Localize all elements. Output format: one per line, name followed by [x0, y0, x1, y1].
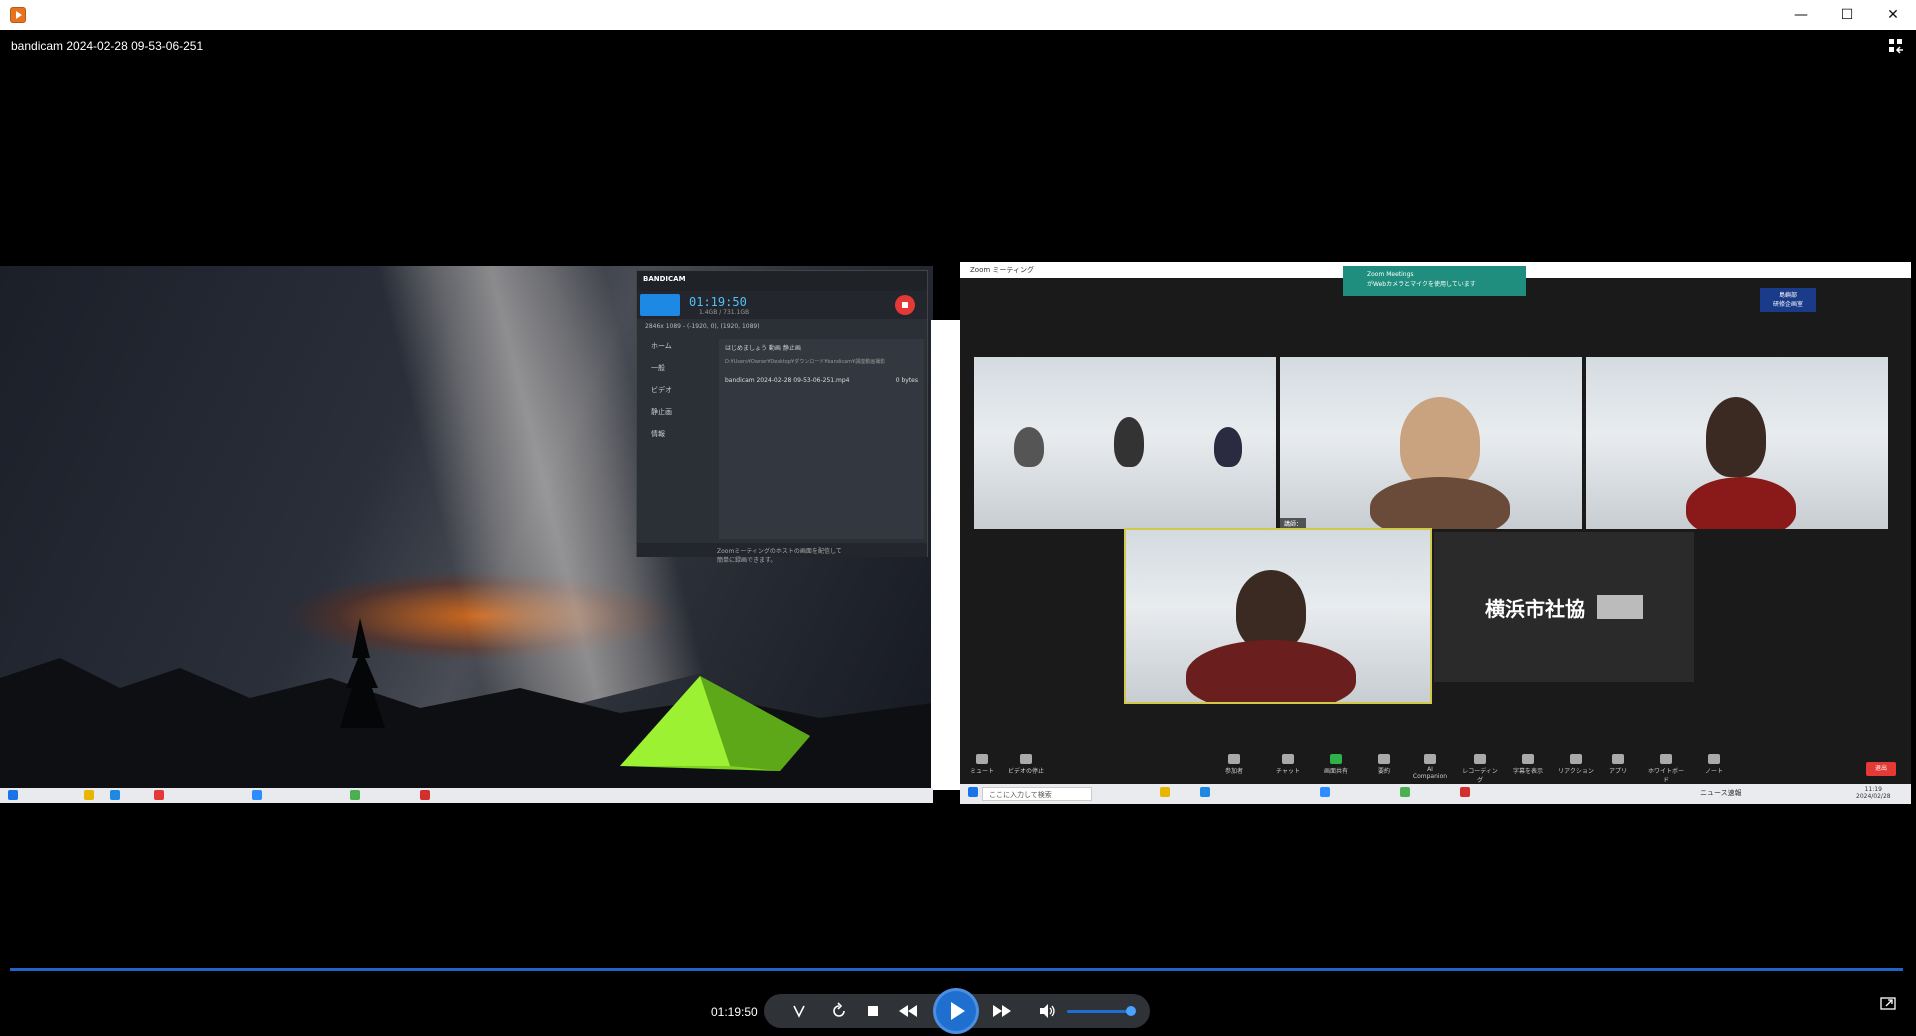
bandicam-window: BANDICAM 01:19:50 1.4GB / 731.1GB 2846x …	[636, 270, 928, 564]
participants-button[interactable]: 参加者	[1214, 754, 1254, 775]
stop-icon[interactable]	[864, 1002, 882, 1020]
record-stop-button[interactable]	[895, 295, 915, 315]
acrobat-icon[interactable]	[420, 790, 430, 800]
maximize-button[interactable]: ☐	[1824, 0, 1870, 30]
explorer-icon-right[interactable]	[1160, 787, 1170, 797]
whiteboard-button[interactable]: ホワイトボード	[1646, 754, 1686, 784]
capture-area-info: 2846x 1089 - (-1920, 0), (1920, 1089)	[645, 323, 760, 330]
participant-tile-active[interactable]	[1124, 528, 1432, 704]
taskbar-clock: 11:19 2024/02/28	[1856, 786, 1891, 800]
name-redaction	[1597, 595, 1643, 619]
repeat-icon[interactable]	[830, 1002, 848, 1020]
leave-meeting-button[interactable]: 退出	[1866, 762, 1896, 776]
file-explorer-strip	[931, 320, 960, 790]
fast-forward-icon[interactable]	[990, 1002, 1014, 1020]
bandicam-sidebar: ホーム 一般 ビデオ 静止画 情報	[637, 335, 717, 535]
ab-repeat-icon[interactable]	[790, 1002, 808, 1020]
bandicam-file-list: はじめましょう 動画 静止画 D:¥Users¥Owner¥Desktop¥ダウ…	[719, 339, 924, 539]
volume-slider[interactable]	[1067, 1010, 1133, 1013]
minimize-button[interactable]: —	[1778, 0, 1824, 30]
seek-bar[interactable]	[10, 968, 1903, 971]
recording-file-item[interactable]: bandicam 2024-02-28 09-53-06-251.mp4 0 b…	[719, 367, 924, 394]
clock-date: 2024/02/28	[1856, 793, 1891, 800]
notes-button[interactable]: ノート	[1694, 754, 1734, 775]
acrobat-icon-right[interactable]	[1460, 787, 1470, 797]
bandicam-size: 1.4GB / 731.1GB	[699, 309, 750, 316]
sidebar-item-home[interactable]: ホーム	[637, 335, 717, 357]
reactions-button[interactable]: リアクション	[1556, 754, 1596, 775]
zoom-notice-text: がWebカメラとマイクを使用しています	[1367, 281, 1476, 288]
windows-start-icon[interactable]	[8, 790, 18, 800]
mute-button[interactable]: ミュート	[962, 754, 1002, 775]
bandicam-brand: BANDICAM	[637, 271, 927, 291]
recording-button[interactable]: レコーディング	[1460, 754, 1500, 784]
player-app-icon	[10, 7, 26, 23]
zoom-taskbar-icon-right[interactable]	[1320, 787, 1330, 797]
volume-icon[interactable]	[1038, 1002, 1056, 1020]
sidebar-item-video[interactable]: ビデオ	[637, 379, 717, 401]
participant-tile-speaker[interactable]: 講師：	[1280, 357, 1582, 529]
output-path: D:¥Users¥Owner¥Desktop¥ダウンロード¥bandicam¥講…	[725, 359, 886, 365]
taskbar-app-icon[interactable]	[154, 790, 164, 800]
speaker-label: 講師：	[1280, 518, 1307, 529]
file-title: bandicam 2024-02-28 09-53-06-251	[11, 39, 204, 53]
skype-icon[interactable]	[110, 790, 120, 800]
chat-button[interactable]: チャット	[1268, 754, 1308, 775]
taskbar-search-box[interactable]: ここに入力して検索	[982, 787, 1092, 801]
bandicam-footer: Zoomミーティングのホストの画面を配信して簡単に録画できます。	[637, 543, 927, 564]
volume-knob[interactable]	[1126, 1006, 1136, 1016]
taskbar-right: ここに入力して検索 ニュース速報 11:19 2024/02/28	[960, 784, 1911, 804]
zoom-toolbar: ミュート ビデオの停止 参加者 チャット 画面共有 要約 AI Companio…	[960, 750, 1911, 784]
summary-button[interactable]: 要約	[1364, 754, 1404, 775]
current-time: 01:19:50	[711, 1005, 758, 1019]
windows-start-icon-right[interactable]	[968, 787, 978, 797]
zoom-camera-notice: Zoom Meetings がWebカメラとマイクを使用しています	[1343, 266, 1526, 296]
fullscreen-icon[interactable]	[1880, 995, 1896, 1011]
bandicam-recording-bar: 01:19:50 1.4GB / 731.1GB	[637, 291, 927, 319]
recording-file-name: bandicam 2024-02-28 09-53-06-251.mp4	[725, 377, 850, 384]
recording-file-size: 0 bytes	[895, 377, 918, 384]
participant-tile-room[interactable]	[974, 357, 1276, 529]
participant-tile-woman[interactable]	[1586, 357, 1888, 529]
sidebar-item-general[interactable]: 一般	[637, 357, 717, 379]
chrome-icon-right[interactable]	[1400, 787, 1410, 797]
skype-icon-right[interactable]	[1200, 787, 1210, 797]
window-title-bar: — ☐ ✕	[0, 0, 1916, 31]
screen-mode-button[interactable]	[640, 294, 680, 316]
zoom-taskbar-icon[interactable]	[252, 790, 262, 800]
explorer-icon[interactable]	[84, 790, 94, 800]
bandicam-timer: 01:19:50	[689, 295, 747, 309]
zoom-notice-title: Zoom Meetings	[1367, 271, 1414, 278]
clock-time: 11:19	[1864, 786, 1882, 793]
compact-mode-icon[interactable]	[1888, 38, 1904, 54]
sidebar-item-about[interactable]: 情報	[637, 423, 717, 445]
captions-button[interactable]: 字幕を表示	[1508, 754, 1548, 775]
bandicam-tabs[interactable]: はじめましょう 動画 静止画	[719, 339, 924, 356]
news-widget[interactable]: ニュース速報	[1700, 788, 1742, 798]
stop-video-button[interactable]: ビデオの停止	[1006, 754, 1046, 775]
close-button[interactable]: ✕	[1870, 0, 1916, 30]
play-button[interactable]	[936, 991, 976, 1031]
participant-name: 横浜市社協	[1485, 596, 1585, 621]
tent-image	[620, 676, 810, 771]
taskbar-left	[0, 788, 933, 803]
sidebar-item-image[interactable]: 静止画	[637, 401, 717, 423]
zoom-meeting-window: Zoom ミーティング Zoom Meetings がWebカメラとマイクを使用…	[960, 262, 1911, 784]
apps-button[interactable]: アプリ	[1598, 754, 1638, 775]
rewind-icon[interactable]	[896, 1002, 920, 1020]
chrome-icon[interactable]	[350, 790, 360, 800]
participant-name-tile[interactable]: 横浜市社協	[1434, 532, 1694, 682]
ai-companion-button[interactable]: AI Companion	[1410, 754, 1450, 780]
playback-controls	[764, 991, 1150, 1031]
zoom-org-badge: 島嶼部 研修企画室	[1760, 288, 1816, 312]
share-screen-button[interactable]: 画面共有	[1316, 754, 1356, 775]
